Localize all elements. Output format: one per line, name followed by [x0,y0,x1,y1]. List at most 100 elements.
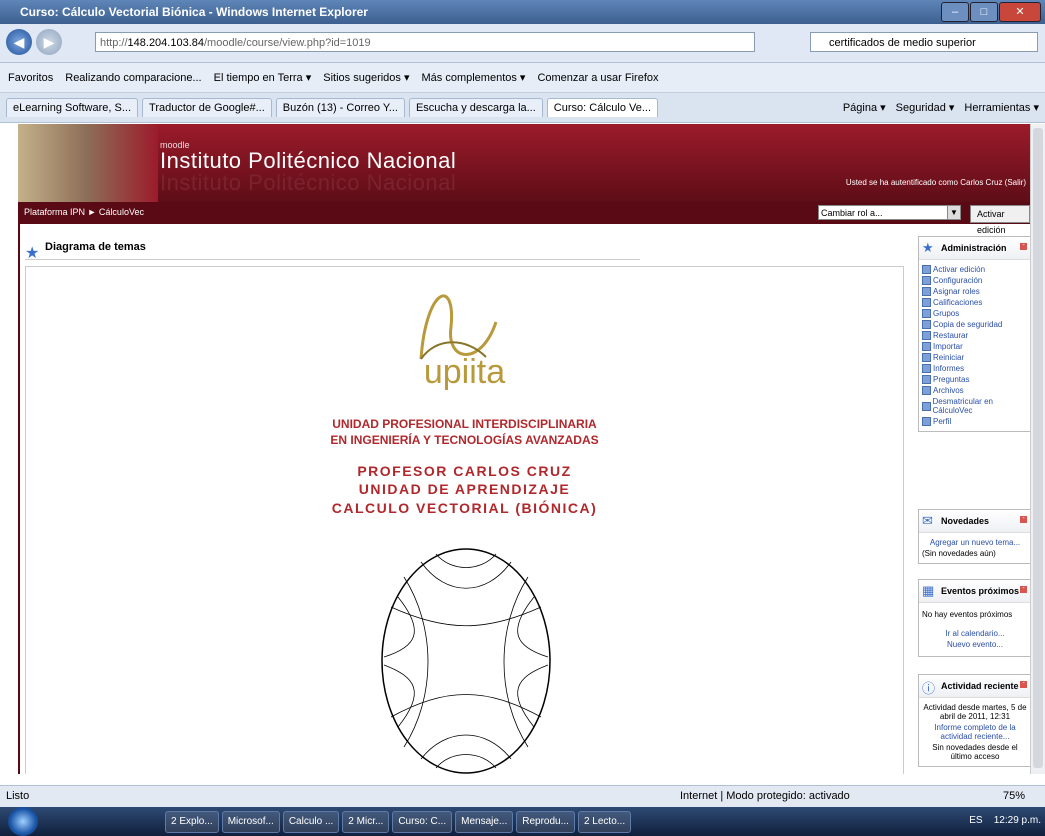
edit-toggle-button[interactable]: Activar edición [970,205,1030,235]
collapse-button[interactable]: - [1020,585,1027,593]
calendar-icon: ▦ [922,583,935,598]
clock[interactable]: 12:29 p.m. [994,815,1041,826]
zoom-control[interactable]: 75% [1003,790,1025,802]
topic-summary: upiita UNIDAD PROFESIONAL INTERDISCIPLIN… [25,266,904,774]
taskbar-item[interactable]: Reprodu... [516,811,575,833]
scrollbar-thumb[interactable] [1033,128,1043,768]
window-titlebar: Curso: Cálculo Vectorial Biónica - Windo… [0,0,1045,24]
breadcrumb[interactable]: Plataforma IPN ► CálculoVec [24,207,144,217]
groups-icon [922,309,931,318]
url-input[interactable]: http://148.204.103.84/moodle/course/view… [95,32,755,52]
topics-title: Diagrama de temas [45,241,146,253]
collapse-button[interactable]: - [1020,680,1027,688]
status-text: Listo [6,790,30,802]
events-none: No hay eventos próximos [922,610,1013,619]
settings-icon [922,276,931,285]
security-menu[interactable]: Seguridad ▾ [896,101,955,114]
admin-item-desmatricular[interactable]: Desmatricular en CálculoVec [919,396,1031,416]
activity-block-header: ⓘ Actividad reciente - [919,675,1031,698]
grades-icon [922,298,931,307]
admin-item-activar-edicion[interactable]: Activar edición [919,264,1031,275]
search-input[interactable]: certificados de medio superior [810,32,1038,52]
close-button[interactable]: ✕ [999,2,1041,22]
admin-item-copia[interactable]: Copia de seguridad [919,319,1031,330]
collapse-button[interactable]: - [1020,515,1027,523]
professor-line: PROFESOR CARLOS CRUZ [357,463,572,479]
back-button[interactable]: ◀ [6,29,32,55]
admin-item-perfil[interactable]: Perfil [919,416,1031,427]
admin-item-archivos[interactable]: Archivos [919,385,1031,396]
unenrol-icon [922,401,931,411]
taskbar-item[interactable]: 2 Lecto... [577,811,632,833]
questions-icon [922,375,931,384]
page-viewport: moodle Instituto Politécnico Nacional In… [0,124,1045,774]
news-icon: ✉ [922,513,933,528]
language-indicator[interactable]: ES [969,815,982,826]
institution-reflection: Instituto Politécnico Nacional [160,170,457,195]
restore-icon [922,331,931,340]
vertical-scrollbar[interactable] [1030,124,1045,774]
full-report-link[interactable]: Informe completo de la actividad recient… [919,722,1031,742]
admin-item-preguntas[interactable]: Preguntas [919,374,1031,385]
reports-icon [922,364,931,373]
news-block-header: ✉ Novedades - [919,510,1031,533]
calendar-link[interactable]: Ir al calendario... [919,628,1031,639]
admin-item-importar[interactable]: Importar [919,341,1031,352]
browser-tab-active[interactable]: Curso: Cálculo Ve... [546,98,659,117]
profile-icon [922,417,931,426]
favorite-link[interactable]: Realizando comparacione... [65,72,201,84]
admin-item-grupos[interactable]: Grupos [919,308,1031,319]
role-select[interactable]: Cambiar rol a... ▼ [818,205,961,220]
add-topic-link[interactable]: Agregar un nuevo tema... [919,537,1031,548]
banner-image [18,124,158,202]
events-block-header: ▦ Eventos próximos - [919,580,1031,603]
command-bar: Página ▾ Seguridad ▾ Herramientas ▾ [843,101,1045,114]
start-button[interactable] [8,807,38,836]
favorite-link[interactable]: Más complementos ▾ [422,71,526,84]
chevron-down-icon: ▼ [947,206,960,219]
minimize-button[interactable]: – [941,2,969,22]
moodle-navbar: Plataforma IPN ► CálculoVec Cambiar rol … [18,202,1030,235]
address-bar: ◀ ▶ http://148.204.103.84/moodle/course/… [0,24,1045,63]
admin-item-restaurar[interactable]: Restaurar [919,330,1031,341]
admin-item-informes[interactable]: Informes [919,363,1031,374]
admin-item-configuracion[interactable]: Configuración [919,275,1031,286]
info-icon: ⓘ [922,681,936,696]
browser-tab[interactable]: Buzón (13) - Correo Y... [275,98,405,117]
admin-item-calificaciones[interactable]: Calificaciones [919,297,1031,308]
unit-line: UNIDAD DE APRENDIZAJE [358,481,571,497]
new-event-link[interactable]: Nuevo evento... [919,639,1031,650]
taskbar-item[interactable]: Calculo ... [282,811,340,833]
tools-menu[interactable]: Herramientas ▾ [964,101,1039,114]
admin-item-asignar-roles[interactable]: Asignar roles [919,286,1031,297]
favorite-link[interactable]: Sitios sugeridos ▾ [323,71,409,84]
page-menu[interactable]: Página ▾ [843,101,886,114]
taskbar-items: 2 Explo... Microsof... Calculo ... 2 Mic… [165,811,632,833]
taskbar-item[interactable]: Curso: C... [392,811,453,833]
taskbar-item[interactable]: 2 Explo... [165,811,219,833]
forward-button[interactable]: ▶ [36,29,62,55]
activity-since: Actividad desde martes, 5 de abril de 20… [923,703,1027,721]
admin-block-header: ★ Administración - [919,237,1031,260]
browser-tab[interactable]: Traductor de Google#... [142,98,272,117]
system-tray: ES 12:29 p.m. [969,815,1041,826]
browser-tab[interactable]: eLearning Software, S... [6,98,139,117]
login-info[interactable]: Usted se ha autentificado como Carlos Cr… [846,178,1026,187]
maximize-button[interactable]: □ [970,2,998,22]
favorites-button[interactable]: Favoritos [8,72,53,84]
admin-item-reiniciar[interactable]: Reiniciar [919,352,1031,363]
status-bar: Listo Internet | Modo protegido: activad… [0,785,1045,808]
favorite-link[interactable]: El tiempo en Terra ▾ [214,71,312,84]
browser-tab[interactable]: Escucha y descarga la... [408,98,543,117]
favorite-link[interactable]: Comenzar a usar Firefox [537,72,658,84]
collapse-button[interactable]: - [1020,242,1027,250]
window-controls: – □ ✕ [941,2,1041,22]
activity-none: Sin novedades desde el último acceso [932,743,1018,761]
security-zone[interactable]: Internet | Modo protegido: activado [680,790,850,802]
window-title: Curso: Cálculo Vectorial Biónica - Windo… [20,5,368,19]
taskbar-item[interactable]: Mensaje... [455,811,514,833]
admin-block: ★ Administración - Activar edición Confi… [918,236,1032,432]
school-line-2: EN INGENIERÍA Y TECNOLOGÍAS AVANZADAS [330,433,599,447]
taskbar-item[interactable]: Microsof... [221,811,280,833]
taskbar-item[interactable]: 2 Micr... [342,811,390,833]
